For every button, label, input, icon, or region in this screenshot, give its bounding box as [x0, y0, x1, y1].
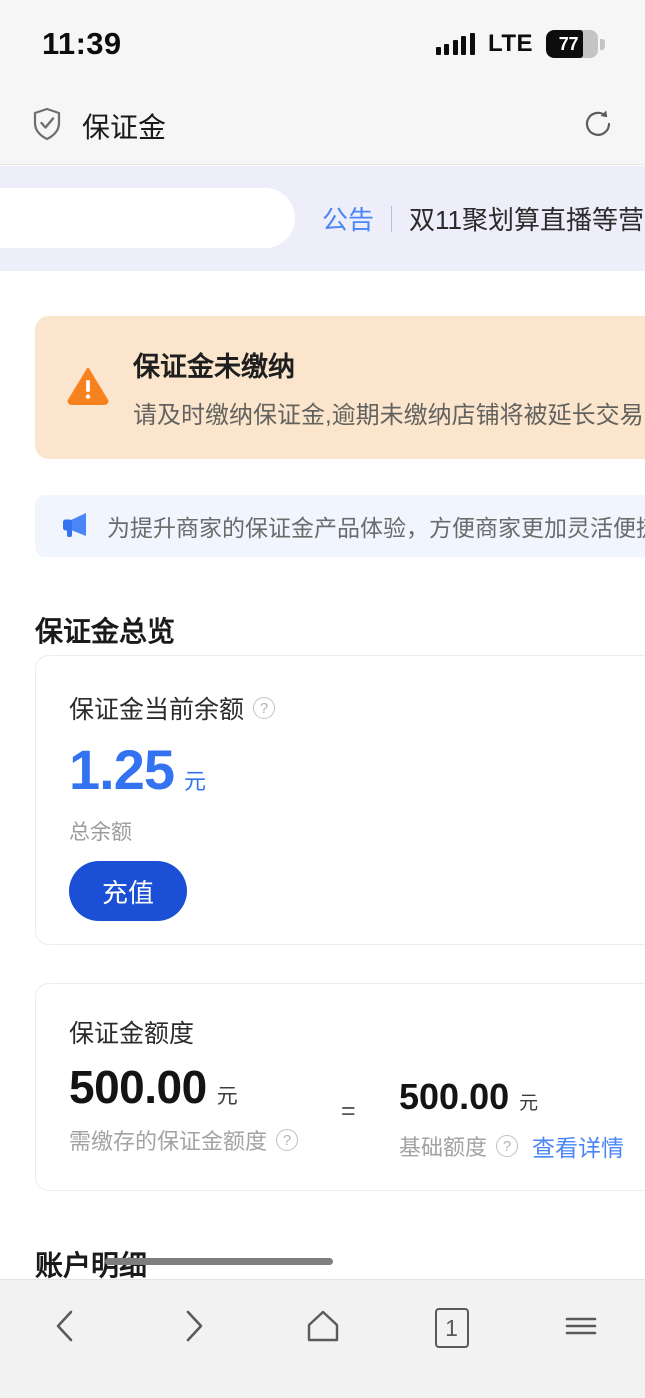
- balance-card-label: 保证金当前余额: [69, 690, 276, 726]
- balance-sub-label: 总余额: [69, 821, 132, 844]
- base-quota-block: 500.00 元 基础额度 查看详情: [399, 1079, 624, 1163]
- announcement-divider: [391, 205, 393, 232]
- chevron-left-icon: [52, 1309, 78, 1348]
- tab-count-label: 1: [434, 1308, 469, 1348]
- help-circle-icon[interactable]: [496, 1135, 519, 1157]
- base-quota-unit: 元: [519, 1093, 539, 1114]
- battery-level-label: 77: [558, 33, 579, 54]
- shield-check-icon: [32, 107, 62, 146]
- forward-button[interactable]: [129, 1298, 258, 1358]
- required-quota-label-text: 需缴存的保证金额度: [69, 1129, 268, 1154]
- announcement-text[interactable]: 双11聚划算直播等营销策略解: [409, 200, 645, 237]
- browser-navigation-bar: 1: [0, 1279, 645, 1398]
- deposit-unpaid-warning-card: 保证金未缴纳 请及时缴纳保证金,逾期未缴纳店铺将被延长交易账期15天: [35, 316, 645, 459]
- network-type-label: LTE: [487, 30, 533, 57]
- announcement-tag: 公告: [322, 205, 375, 235]
- base-quota-label-text: 基础额度: [399, 1135, 488, 1160]
- refresh-icon[interactable]: [583, 108, 615, 145]
- megaphone-icon: [59, 510, 91, 543]
- balance-label-text: 保证金当前余额: [69, 696, 245, 724]
- balance-amount: 1.25 元: [69, 742, 206, 798]
- recharge-button[interactable]: 充值: [69, 861, 187, 921]
- quota-card: 保证金额度 500.00 元 需缴存的保证金额度 = 500.00 元 基础额度: [35, 983, 645, 1191]
- required-quota-block: 500.00 元 需缴存的保证金额度: [69, 1061, 299, 1156]
- hamburger-menu-icon: [564, 1313, 598, 1344]
- info-banner[interactable]: 为提升商家的保证金产品体验，方便商家更加灵活便捷地管理和使用保: [35, 495, 645, 557]
- warning-triangle-icon: [67, 367, 109, 410]
- back-button[interactable]: [0, 1298, 129, 1358]
- quota-card-title: 保证金额度: [69, 1020, 195, 1048]
- announcement-bar[interactable]: 公告 双11聚划算直播等营销策略解: [0, 166, 645, 271]
- page-header: 保证金: [0, 88, 645, 165]
- announcement-pill-background: [0, 188, 295, 248]
- horizontal-scrollbar[interactable]: [105, 1258, 333, 1265]
- warning-title: 保证金未缴纳: [133, 352, 295, 382]
- signal-bars-icon: [435, 33, 475, 55]
- balance-amount-value: 1.25: [69, 738, 175, 801]
- help-circle-icon[interactable]: [253, 697, 276, 719]
- info-banner-text: 为提升商家的保证金产品体验，方便商家更加灵活便捷地管理和使用保: [107, 515, 645, 541]
- required-quota-label: 需缴存的保证金额度: [69, 1124, 299, 1156]
- menu-button[interactable]: [516, 1298, 645, 1358]
- status-indicators: LTE 77: [435, 30, 605, 58]
- tabs-button[interactable]: 1: [387, 1298, 516, 1358]
- page-title: 保证金: [82, 112, 167, 143]
- home-button[interactable]: [258, 1298, 387, 1358]
- base-quota-value: 500.00: [399, 1076, 510, 1117]
- chevron-right-icon: [181, 1309, 207, 1348]
- equals-sign: =: [341, 1097, 356, 1125]
- status-bar: 11:39 LTE 77: [0, 0, 645, 88]
- view-detail-link[interactable]: 查看详情: [532, 1129, 624, 1163]
- phone-screen: 11:39 LTE 77 保证金 公告 双11聚划算直播等营 保证金未缴纳 请及…: [0, 0, 645, 1398]
- status-time: 11:39: [42, 26, 122, 61]
- base-quota-label: 基础额度: [399, 1130, 519, 1162]
- required-quota-value: 500.00: [69, 1061, 207, 1113]
- balance-amount-unit: 元: [184, 769, 207, 794]
- help-circle-icon[interactable]: [276, 1129, 299, 1151]
- battery-icon: 77: [546, 30, 605, 58]
- warning-description: 请及时缴纳保证金,逾期未缴纳店铺将被延长交易账期15天: [133, 402, 645, 429]
- section-title-overview: 保证金总览: [35, 616, 176, 647]
- required-quota-unit: 元: [216, 1085, 238, 1108]
- balance-card: 保证金当前余额 1.25 元 总余额 充值: [35, 655, 645, 945]
- home-icon: [304, 1309, 342, 1348]
